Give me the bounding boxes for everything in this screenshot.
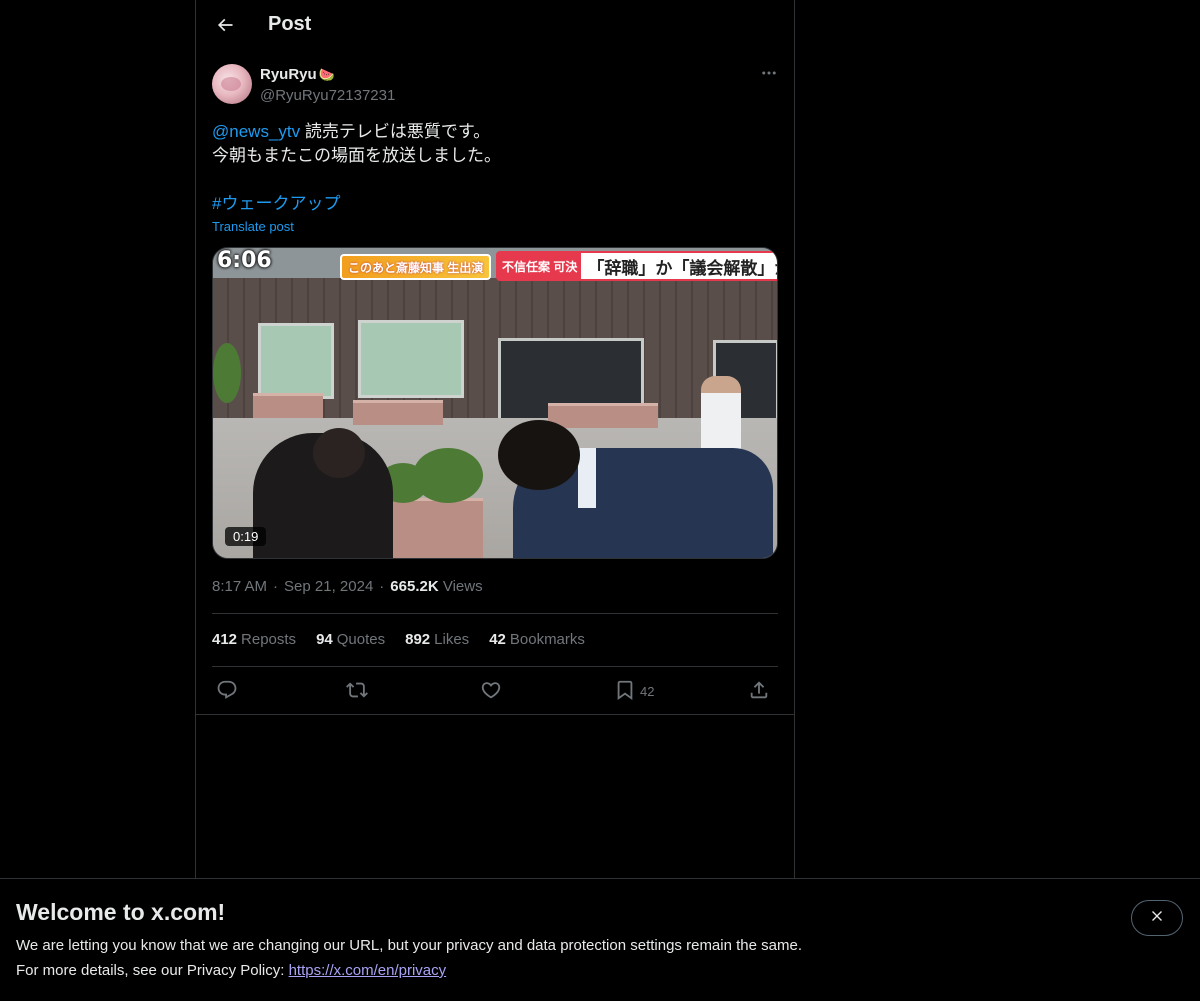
video-ticker: 6:06 このあと斎藤知事 生出演 不信任案 可決 「辞職」か「議会解散」か	[213, 248, 778, 281]
bookmark-count: 42	[640, 683, 655, 699]
post-meta: 8:17 AM · Sep 21, 2024 · 665.2K Views	[212, 578, 483, 595]
share-icon	[748, 679, 770, 704]
arrow-left-icon	[215, 15, 235, 40]
post-text-line2: 今朝もまたこの場面を放送しました。	[212, 146, 501, 165]
repost-icon	[346, 679, 368, 704]
likes-stat[interactable]: 892 Likes	[405, 631, 469, 648]
more-options-button[interactable]	[758, 64, 780, 86]
post-text-line1: 読売テレビは悪質です。	[300, 122, 491, 141]
reply-button[interactable]	[216, 678, 238, 704]
divider	[196, 714, 794, 715]
likes-label: Likes	[434, 631, 470, 648]
back-button[interactable]	[210, 12, 240, 42]
video-overlay-chyron-tag: 不信任案 可決	[498, 253, 582, 279]
primary-column: Post RyuRyu 🍉 @RyuRyu72137231 @news_ytv …	[195, 0, 795, 1000]
divider	[212, 666, 778, 667]
hashtag-link[interactable]: #ウェークアップ	[212, 194, 340, 213]
banner-privacy-line: For more details, see our Privacy Policy…	[16, 962, 446, 979]
share-button[interactable]	[748, 678, 770, 704]
watermelon-emoji: 🍉	[318, 66, 335, 82]
author-handle[interactable]: @RyuRyu72137231	[260, 87, 395, 104]
bookmark-icon	[614, 679, 636, 704]
quotes-label: Quotes	[336, 631, 386, 648]
video-overlay-clock: 6:06	[217, 248, 272, 273]
video-player[interactable]: 6:06 このあと斎藤知事 生出演 不信任案 可決 「辞職」か「議会解散」か 0…	[212, 247, 778, 559]
translate-post-link[interactable]: Translate post	[212, 219, 294, 234]
quotes-count: 94	[316, 631, 333, 648]
reposts-count: 412	[212, 631, 238, 648]
reposts-stat[interactable]: 412 Reposts	[212, 631, 296, 648]
privacy-policy-link[interactable]: https://x.com/en/privacy	[289, 962, 447, 979]
banner-close-button[interactable]	[1131, 900, 1183, 936]
bookmark-button[interactable]: 42	[614, 678, 654, 704]
post-stats: 412 Reposts 94 Quotes 892 Likes 42 Bookmarks	[212, 631, 585, 648]
author-display-name: RyuRyu	[260, 66, 317, 83]
bookmarks-count: 42	[489, 631, 506, 648]
divider	[212, 613, 778, 614]
avatar[interactable]	[212, 64, 252, 104]
page-title: Post	[268, 13, 312, 35]
more-horizontal-icon	[760, 64, 778, 87]
bookmarks-stat[interactable]: 42 Bookmarks	[489, 631, 585, 648]
bookmarks-label: Bookmarks	[509, 631, 585, 648]
banner-title: Welcome to x.com!	[16, 899, 226, 925]
post-actions: 42	[212, 678, 778, 704]
likes-count: 892	[405, 631, 431, 648]
video-overlay-chyron-right: 不信任案 可決 「辞職」か「議会解散」か	[496, 251, 778, 281]
mention-link[interactable]: @news_ytv	[212, 122, 300, 141]
close-icon	[1149, 908, 1165, 929]
meta-separator-2: ·	[379, 578, 385, 595]
reply-icon	[216, 679, 238, 704]
meta-separator: ·	[273, 578, 279, 595]
post-text: @news_ytv 読売テレビは悪質です。 今朝もまたこの場面を放送しました。 …	[212, 120, 778, 216]
video-overlay-chyron-headline: 「辞職」か「議会解散」か	[587, 258, 778, 278]
like-button[interactable]	[480, 678, 502, 704]
views-count: 665.2K	[390, 578, 439, 595]
author-name[interactable]: RyuRyu 🍉	[260, 66, 335, 83]
repost-button[interactable]	[346, 678, 368, 704]
banner-privacy-prefix: For more details, see our Privacy Policy…	[16, 962, 289, 979]
video-overlay-chyron-left: このあと斎藤知事 生出演	[340, 254, 492, 280]
views-label: Views	[442, 578, 483, 595]
post-header: Post	[196, 0, 794, 54]
post-time[interactable]: 8:17 AM	[212, 578, 267, 595]
video-duration-badge: 0:19	[225, 527, 267, 546]
post-date[interactable]: Sep 21, 2024	[284, 578, 373, 595]
url-change-banner: Welcome to x.com! We are letting you kno…	[0, 878, 1200, 1001]
heart-icon	[480, 679, 502, 704]
reposts-label: Reposts	[241, 631, 297, 648]
banner-message: We are letting you know that we are chan…	[16, 937, 802, 954]
quotes-stat[interactable]: 94 Quotes	[316, 631, 385, 648]
